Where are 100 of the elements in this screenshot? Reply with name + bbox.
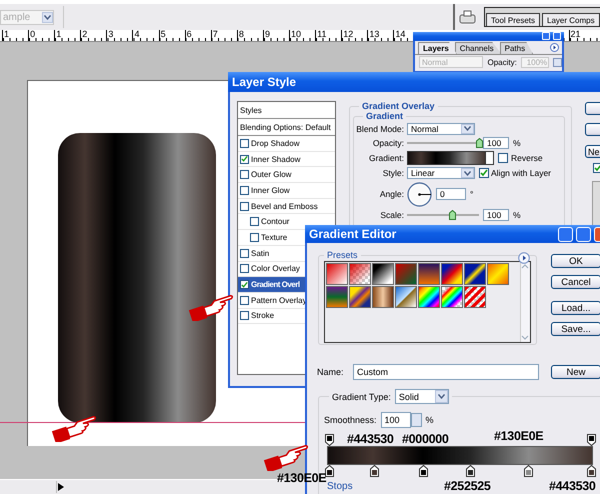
minimize-button[interactable] [558, 227, 573, 242]
checkbox[interactable] [240, 154, 249, 164]
checkbox[interactable] [479, 168, 489, 178]
new-style-button[interactable]: Ne [585, 145, 600, 158]
close-button[interactable] [553, 32, 561, 40]
maximize-button[interactable] [576, 227, 591, 242]
gradient-preset[interactable] [441, 286, 463, 308]
ruler-label: 0 [28, 30, 54, 41]
angle-field[interactable]: 0 [436, 188, 466, 200]
ruler-label: 9 [262, 30, 290, 41]
field-label: Opacity: [372, 138, 404, 148]
styles-list-item[interactable]: Inner Glow [238, 183, 335, 199]
checkbox[interactable] [240, 296, 249, 305]
ruler-label: 21 [568, 30, 595, 41]
field-label: Scale: [379, 210, 404, 220]
checkbox[interactable] [498, 152, 508, 162]
palette-well-icon[interactable] [459, 10, 476, 24]
color-annotation: #443530 [549, 480, 596, 493]
field-label: Style: [382, 168, 404, 178]
gradient-preset[interactable] [349, 286, 371, 308]
color-annotation: #252525 [444, 480, 491, 493]
minimize-button[interactable] [542, 32, 550, 40]
angle-dial[interactable] [407, 182, 432, 206]
color-stop[interactable] [325, 465, 334, 477]
ruler-label: 10 [289, 30, 316, 41]
opacity-stop[interactable] [325, 434, 334, 446]
unit-label: % [426, 415, 434, 425]
dialog-button[interactable]: Load... [551, 301, 600, 315]
section-title: Gradient Overlay [361, 101, 436, 111]
field-label: Gradient Type: [332, 392, 391, 402]
color-stop[interactable] [524, 465, 534, 477]
scale-field[interactable]: 100 [483, 209, 509, 221]
name-field[interactable]: Custom [353, 364, 539, 380]
section-title: Stops [327, 481, 353, 492]
ruler-label: 2 [80, 30, 106, 41]
checkbox[interactable] [240, 280, 249, 290]
styles-list-item[interactable]: Inner Shadow [238, 152, 335, 168]
panel-tab[interactable]: Channels [454, 42, 502, 54]
style-dropdown[interactable]: Linear [407, 167, 475, 179]
checkbox[interactable] [240, 202, 249, 211]
field-label: Blend Mode: [355, 124, 404, 134]
panel-tab[interactable]: Paths [500, 42, 534, 54]
blend-mode-dropdown[interactable]: Normal [407, 122, 475, 134]
smoothness-slider-button[interactable] [410, 413, 422, 427]
color-annotation: #443530 [347, 433, 394, 446]
dropdown-arrow-icon[interactable] [461, 168, 474, 178]
gradient-type-dropdown[interactable]: Solid [394, 389, 449, 404]
checkbox[interactable] [250, 232, 259, 242]
gradient-preset[interactable] [464, 263, 486, 285]
field-label: Angle: [378, 189, 404, 199]
color-annotation: #000000 [402, 433, 449, 446]
checkbox[interactable] [240, 138, 249, 148]
gradient-preset[interactable] [372, 263, 394, 285]
color-stop[interactable] [466, 465, 476, 477]
play-arrow-icon[interactable] [58, 483, 64, 491]
styles-list-item[interactable]: Drop Shadow [238, 136, 335, 152]
scale-slider[interactable] [407, 209, 479, 221]
opacity-slider-button[interactable] [553, 58, 562, 66]
dialog-button[interactable]: OK [551, 254, 600, 268]
unit-label: % [513, 138, 521, 148]
opacity-stop[interactable] [587, 434, 596, 446]
checkbox[interactable] [240, 170, 249, 180]
opacity-label: Opacity: [487, 58, 517, 66]
ruler-label: 1 [54, 30, 80, 41]
checkbox-label: Align with Layer [491, 168, 552, 178]
opacity-field[interactable]: 100 [483, 137, 509, 149]
field-label: Gradient: [368, 152, 404, 162]
checkbox[interactable] [593, 163, 600, 173]
gradient-preset[interactable] [441, 263, 463, 285]
palette-tab[interactable]: Layer Comps [542, 13, 600, 26]
dialog-button[interactable]: Cancel [551, 275, 600, 289]
checkbox[interactable] [240, 264, 249, 274]
palette-tab[interactable]: Tool Presets [486, 13, 540, 26]
ruler-label: 8 [236, 30, 263, 41]
color-annotation: #130E0E [494, 430, 544, 443]
checkbox[interactable] [240, 311, 249, 320]
checkbox-label: Reverse [511, 152, 543, 162]
dropdown-arrow-icon[interactable] [461, 124, 474, 134]
gradient-swatch[interactable] [407, 150, 486, 164]
color-stop[interactable] [419, 465, 428, 477]
color-stop[interactable] [587, 465, 596, 477]
new-button[interactable]: New [551, 365, 600, 379]
panel-tab[interactable]: Layers [418, 42, 457, 54]
checkbox[interactable] [250, 217, 259, 226]
presets-menu-icon[interactable] [518, 252, 530, 264]
unit-label: ° [470, 189, 474, 199]
ruler-label: 7 [210, 30, 237, 41]
checkbox[interactable] [240, 186, 249, 195]
gradient-bar[interactable] [327, 446, 593, 465]
smoothness-field[interactable]: 100 [380, 412, 411, 428]
dialog-button[interactable]: Save... [551, 322, 600, 336]
unit-label: % [513, 210, 521, 220]
ruler-label: 12 [341, 30, 368, 41]
gradient-preset[interactable] [418, 286, 440, 308]
styles-list-item[interactable]: Outer Glow [238, 167, 335, 184]
gradient-preset[interactable] [372, 286, 394, 308]
panel-menu-icon[interactable] [550, 43, 559, 52]
color-stop[interactable] [370, 465, 379, 477]
checkbox[interactable] [240, 248, 249, 258]
slider-thumb[interactable] [448, 210, 456, 220]
